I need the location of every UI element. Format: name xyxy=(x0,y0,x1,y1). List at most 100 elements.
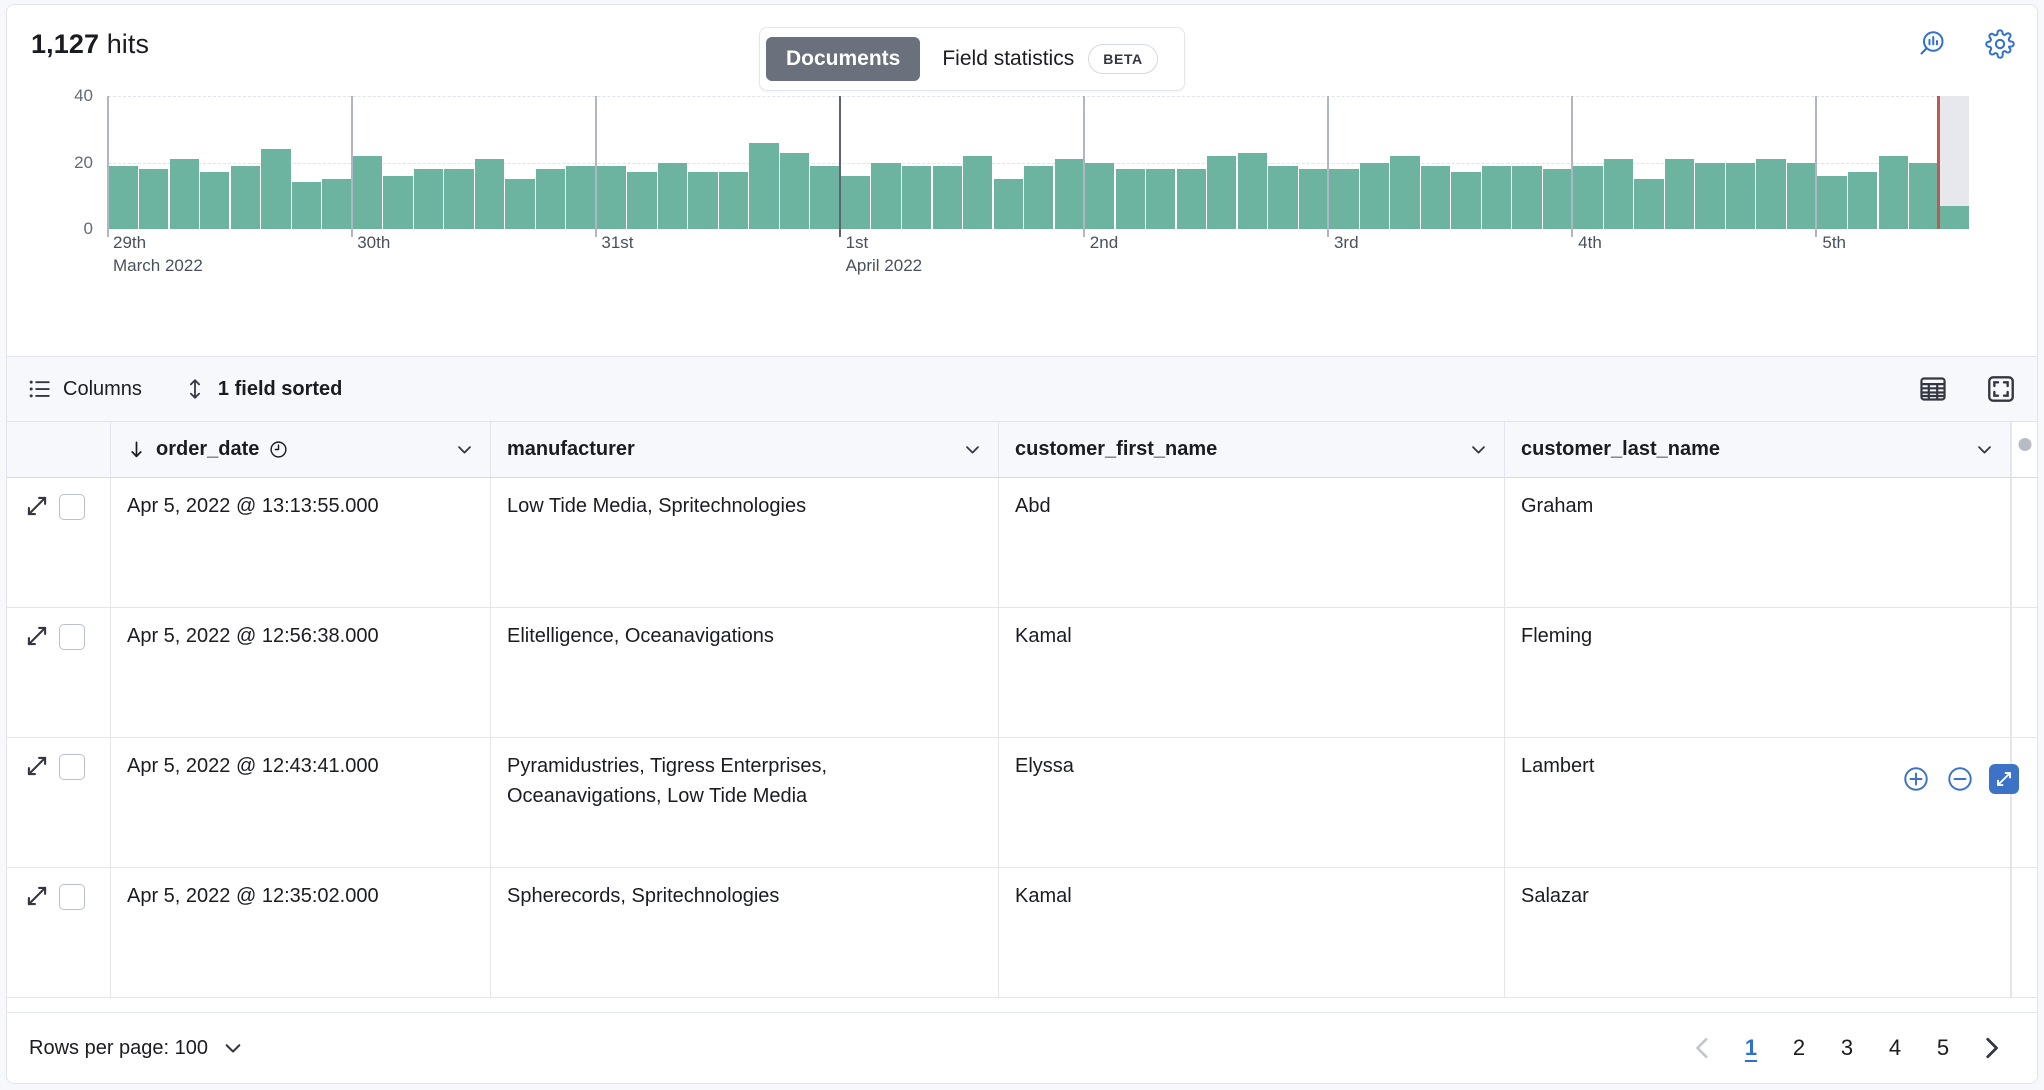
pagination-page-5[interactable]: 5 xyxy=(1919,1024,1967,1072)
histogram-bar[interactable] xyxy=(1360,163,1389,230)
histogram-bar[interactable] xyxy=(1940,206,1969,229)
table-row[interactable]: Apr 5, 2022 @ 12:35:02.000Spherecords, S… xyxy=(7,868,2037,998)
column-header-order_date[interactable]: order_date xyxy=(111,422,491,477)
pagination-page-3[interactable]: 3 xyxy=(1823,1024,1871,1072)
expand-row-icon[interactable] xyxy=(25,884,49,908)
histogram-bar[interactable] xyxy=(200,172,229,229)
histogram-bar[interactable] xyxy=(505,179,534,229)
histogram-bar[interactable] xyxy=(322,179,351,229)
cell-order_date[interactable]: Apr 5, 2022 @ 12:35:02.000 xyxy=(111,868,491,997)
histogram-bar[interactable] xyxy=(1329,169,1358,229)
histogram-chart[interactable]: 40 20 0 29thMarch 202230th31st1stApril 2… xyxy=(7,83,2037,283)
histogram-bar[interactable] xyxy=(1512,166,1541,229)
histogram-bar[interactable] xyxy=(1238,153,1267,229)
histogram-bar[interactable] xyxy=(566,166,595,229)
histogram-bar[interactable] xyxy=(1024,166,1053,229)
histogram-bar[interactable] xyxy=(170,159,199,229)
histogram-plot[interactable] xyxy=(107,96,1969,229)
fullscreen-icon[interactable] xyxy=(1987,375,2015,403)
cell-order_date[interactable]: Apr 5, 2022 @ 12:56:38.000 xyxy=(111,608,491,737)
histogram-bar[interactable] xyxy=(1573,166,1602,229)
histogram-bar[interactable] xyxy=(841,176,870,229)
histogram-bar[interactable] xyxy=(353,156,382,229)
histogram-bar[interactable] xyxy=(1451,172,1480,229)
histogram-bar[interactable] xyxy=(1177,169,1206,229)
histogram-bar[interactable] xyxy=(536,169,565,229)
filter-for-value-icon[interactable] xyxy=(1901,764,1931,794)
histogram-bar[interactable] xyxy=(1634,179,1663,229)
histogram-bar[interactable] xyxy=(109,166,138,229)
chevron-down-icon[interactable] xyxy=(963,440,982,459)
table-row[interactable]: Apr 5, 2022 @ 12:56:38.000Elitelligence,… xyxy=(7,608,2037,738)
pagination-prev-button[interactable] xyxy=(1679,1024,1727,1072)
histogram-bar[interactable] xyxy=(1299,169,1328,229)
histogram-bar[interactable] xyxy=(444,169,473,229)
inspect-chart-icon[interactable] xyxy=(1917,29,1947,59)
histogram-bar[interactable] xyxy=(1604,159,1633,229)
expand-cell-icon[interactable] xyxy=(1989,764,2019,794)
histogram-bar[interactable] xyxy=(902,166,931,229)
histogram-bar[interactable] xyxy=(1482,166,1511,229)
histogram-bar[interactable] xyxy=(1879,156,1908,229)
histogram-bar[interactable] xyxy=(1085,163,1114,230)
sort-fields-button[interactable]: 1 field sorted xyxy=(184,378,342,401)
histogram-bar[interactable] xyxy=(1055,159,1084,229)
expand-row-icon[interactable] xyxy=(25,754,49,778)
histogram-bar[interactable] xyxy=(627,172,656,229)
histogram-bar[interactable] xyxy=(292,182,321,229)
histogram-bar[interactable] xyxy=(1695,163,1724,230)
histogram-bar[interactable] xyxy=(1726,163,1755,230)
histogram-bar[interactable] xyxy=(1787,163,1816,230)
histogram-bar[interactable] xyxy=(475,159,504,229)
cell-customer_first_name[interactable]: Elyssa xyxy=(999,738,1505,867)
pagination-next-button[interactable] xyxy=(1967,1024,2015,1072)
histogram-bar[interactable] xyxy=(1665,159,1694,229)
histogram-bar[interactable] xyxy=(688,172,717,229)
cell-customer_first_name[interactable]: Kamal xyxy=(999,608,1505,737)
histogram-bar[interactable] xyxy=(1146,169,1175,229)
histogram-bar[interactable] xyxy=(780,153,809,229)
rows-per-page-button[interactable]: Rows per page: 100 xyxy=(29,1037,244,1060)
tab-documents[interactable]: Documents xyxy=(766,37,920,81)
cell-manufacturer[interactable]: Low Tide Media, Spritechnologies xyxy=(491,478,999,607)
tab-field-statistics[interactable]: Field statistics BETA xyxy=(922,34,1177,84)
histogram-bar[interactable] xyxy=(139,169,168,229)
table-density-icon[interactable] xyxy=(1919,375,1947,403)
histogram-bar[interactable] xyxy=(414,169,443,229)
histogram-bar[interactable] xyxy=(1756,159,1785,229)
expand-row-icon[interactable] xyxy=(25,494,49,518)
table-row[interactable]: Apr 5, 2022 @ 13:13:55.000Low Tide Media… xyxy=(7,478,2037,608)
pagination-page-4[interactable]: 4 xyxy=(1871,1024,1919,1072)
cell-manufacturer[interactable]: Pyramidustries, Tigress Enterprises, Oce… xyxy=(491,738,999,867)
filter-out-value-icon[interactable] xyxy=(1945,764,1975,794)
histogram-bar[interactable] xyxy=(383,176,412,229)
cell-customer_last_name[interactable]: Graham xyxy=(1505,478,2011,607)
column-header-manufacturer[interactable]: manufacturer xyxy=(491,422,999,477)
chevron-down-icon[interactable] xyxy=(1469,440,1488,459)
histogram-bar[interactable] xyxy=(1268,166,1297,229)
pagination-page-2[interactable]: 2 xyxy=(1775,1024,1823,1072)
columns-button[interactable]: Columns xyxy=(29,378,142,401)
vertical-scrollbar[interactable] xyxy=(2011,422,2037,477)
cell-manufacturer[interactable]: Elitelligence, Oceanavigations xyxy=(491,608,999,737)
histogram-bar[interactable] xyxy=(810,166,839,229)
cell-order_date[interactable]: Apr 5, 2022 @ 13:13:55.000 xyxy=(111,478,491,607)
cell-customer_first_name[interactable]: Abd xyxy=(999,478,1505,607)
histogram-bar[interactable] xyxy=(1207,156,1236,229)
histogram-bar[interactable] xyxy=(261,149,290,229)
scrollbar-thumb[interactable] xyxy=(2018,438,2031,451)
histogram-bar[interactable] xyxy=(1848,172,1877,229)
expand-row-icon[interactable] xyxy=(25,624,49,648)
row-select-checkbox[interactable] xyxy=(59,494,85,520)
histogram-bar[interactable] xyxy=(1390,156,1419,229)
histogram-bar[interactable] xyxy=(994,179,1023,229)
gear-icon[interactable] xyxy=(1985,29,2015,59)
column-header-customer_first_name[interactable]: customer_first_name xyxy=(999,422,1505,477)
row-select-checkbox[interactable] xyxy=(59,754,85,780)
histogram-bar[interactable] xyxy=(658,163,687,230)
row-select-checkbox[interactable] xyxy=(59,884,85,910)
histogram-bar[interactable] xyxy=(1543,169,1572,229)
cell-customer_first_name[interactable]: Kamal xyxy=(999,868,1505,997)
chevron-down-icon[interactable] xyxy=(1975,440,1994,459)
histogram-bar[interactable] xyxy=(597,166,626,229)
